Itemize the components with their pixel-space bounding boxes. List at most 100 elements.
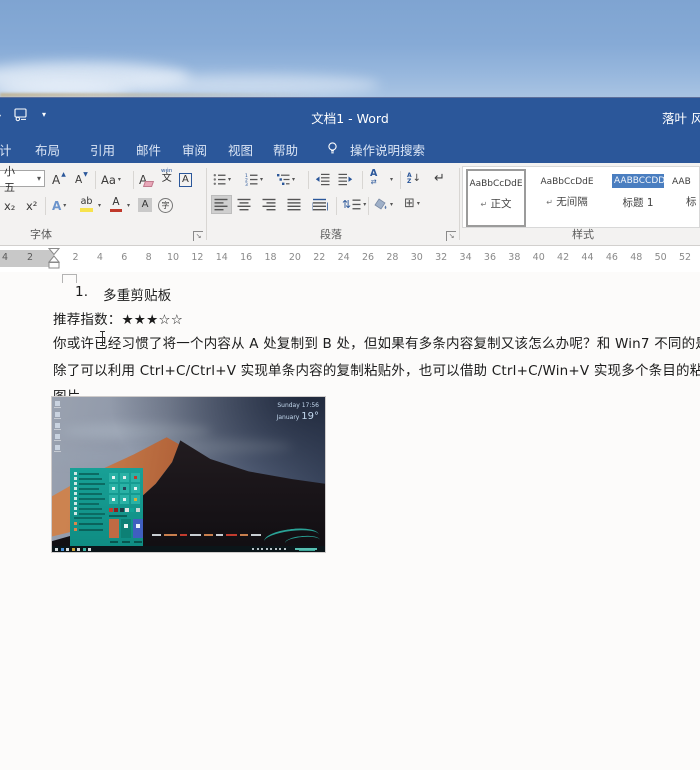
sort-button[interactable]: AZ ↓ [407,169,421,188]
show-hide-marks-button[interactable]: ↵ [434,169,445,188]
horizontal-ruler[interactable]: 42 2468101214161820222426283032343638404… [0,246,700,272]
document-page[interactable]: 1. 多重剪贴板 推荐指数：★★★☆☆ 你或许已经习惯了将一个内容从 A 处复制… [0,272,700,770]
font-color-button[interactable]: A [110,195,122,214]
ruler-number: 10 [167,252,179,263]
qat-dropdown-arrow-icon[interactable]: ▾ [0,112,1,121]
numbered-list-button[interactable]: 123 ▾ [245,170,263,189]
tile-caption [110,541,118,543]
bullet-list-button[interactable]: ▾ [213,170,231,189]
tab-help[interactable]: 帮助 [273,140,298,159]
font-size-select[interactable]: 小五 ▾ [0,170,45,187]
desktop-icon [55,445,60,450]
start-tile [109,495,118,504]
style-heading2-partial[interactable]: AAB 标 [672,169,700,223]
app-list-text [74,517,102,519]
change-case-button[interactable]: Aa▾ [101,170,121,189]
clock-time: 17:56 [302,402,319,409]
style-heading1[interactable]: AABBCCDD 标题 1 [610,169,666,223]
character-shading-button[interactable]: A [138,195,152,214]
tab-design-partial[interactable]: 计 [0,140,12,159]
grow-font-button[interactable]: A▲ [52,170,65,189]
taskbar-icon [55,548,58,551]
app-list-icon [74,472,77,475]
touch-mode-icon[interactable] [13,107,28,122]
superscript-button[interactable]: x² [26,196,37,215]
tray-icon [284,548,286,550]
tab-mailings[interactable]: 邮件 [136,140,161,159]
app-list-icon [74,477,77,480]
style-no-spacing[interactable]: AaBbCcDdE ↵ 无间隔 [530,169,604,223]
font-color-dropdown[interactable]: ▾ [125,196,130,215]
distribute-button[interactable] [312,195,328,214]
tell-me-search[interactable]: 操作说明搜索 [350,140,425,159]
paragraph-dialog-launcher-icon[interactable]: ↘ [446,231,456,241]
style-name-text: 正文 [491,198,512,210]
tray-icon [261,548,263,550]
qat-customize-icon[interactable]: ▾ [42,110,46,119]
align-right-button[interactable] [262,195,277,214]
pilcrow-icon: ↵ [434,171,445,186]
sort-az-icon: AZ [407,173,412,185]
text-cursor-ibeam [100,331,105,346]
borders-grid-icon: ⊞ [404,196,415,211]
tile-glyph [112,476,115,479]
body-line-1[interactable]: 你或许已经习惯了将一个内容从 A 处复制到 B 处，但如果有多条内容复制又该怎么… [53,332,700,352]
align-left-button[interactable] [211,195,232,214]
style-preview: AABBCCDD [612,174,664,188]
app-list-icon [74,507,77,510]
line-spacing-button[interactable]: ⇅ ▾ [342,195,366,214]
start-tile [131,495,140,504]
shading-button[interactable]: ▾ [374,195,393,214]
tab-review[interactable]: 审阅 [182,140,207,159]
tab-references[interactable]: 引用 [90,140,115,159]
small-tile [130,508,134,512]
style-normal[interactable]: AaBbCcDdE ↵ 正文 [466,169,526,227]
font-size-value: 小五 [4,163,23,195]
heading-text[interactable]: 多重剪贴板 [103,284,172,304]
chevron-down-icon: ▾ [37,174,41,183]
character-border-button[interactable]: A [179,170,192,189]
divider [362,171,363,189]
font-color-a: A [112,197,119,208]
ruler-number: 38 [508,252,520,263]
title-bar[interactable]: ▾ ▾ 文档1 - Word 落叶 风 [0,98,700,133]
embedded-screenshot-image[interactable]: Sunday 17:56 January 19° [52,397,325,552]
asian-layout-dropdown[interactable]: ▾ [388,170,393,189]
multilevel-list-button[interactable]: ▾ [277,170,295,189]
tray-icon [252,548,254,550]
app-list-text [79,503,99,505]
ruler-number: 4 [97,252,103,263]
phonetic-guide-button[interactable]: wén 文 [161,167,172,186]
ruler-number: 30 [411,252,423,263]
highlight-color-button[interactable]: ab [80,195,93,214]
tile-glyph [123,498,126,501]
small-tile [136,508,140,512]
shrink-font-button[interactable]: A▼ [75,170,87,189]
tab-layout[interactable]: 布局 [35,140,60,159]
font-color-swatch [110,209,122,213]
rating-line[interactable]: 推荐指数：★★★☆☆ [53,308,183,328]
asian-layout-button[interactable]: A ⇄ [370,168,377,187]
enclose-characters-button[interactable]: 字 [158,196,173,215]
down-arrow-icon: ↓ [413,173,421,184]
highlight-dropdown[interactable]: ▾ [96,196,101,215]
increase-indent-button[interactable] [338,170,353,189]
borders-button[interactable]: ⊞ ▾ [404,194,420,213]
account-user-name[interactable]: 落叶 风 [662,108,700,127]
list-number[interactable]: 1. [75,284,88,300]
font-dialog-launcher-icon[interactable]: ↘ [193,231,203,241]
chevron-down-icon: ▾ [363,201,366,208]
justify-button[interactable] [287,195,302,214]
body-line-2[interactable]: 除了可以利用 Ctrl+C/Ctrl+V 实现单条内容的复制粘贴外，也可以借助 … [53,359,700,379]
ruler-number: 40 [533,252,545,263]
text-effects-button[interactable]: A▾ [52,196,66,215]
app-list-text [79,523,103,525]
tab-view[interactable]: 视图 [228,140,253,159]
divider [308,171,309,189]
subscript-button[interactable]: x₂ [4,196,15,215]
clear-formatting-button[interactable]: A [139,170,153,189]
decrease-indent-button[interactable] [315,170,330,189]
align-center-button[interactable] [237,195,252,214]
indent-marker[interactable] [48,248,60,270]
eraser-icon [143,181,154,187]
